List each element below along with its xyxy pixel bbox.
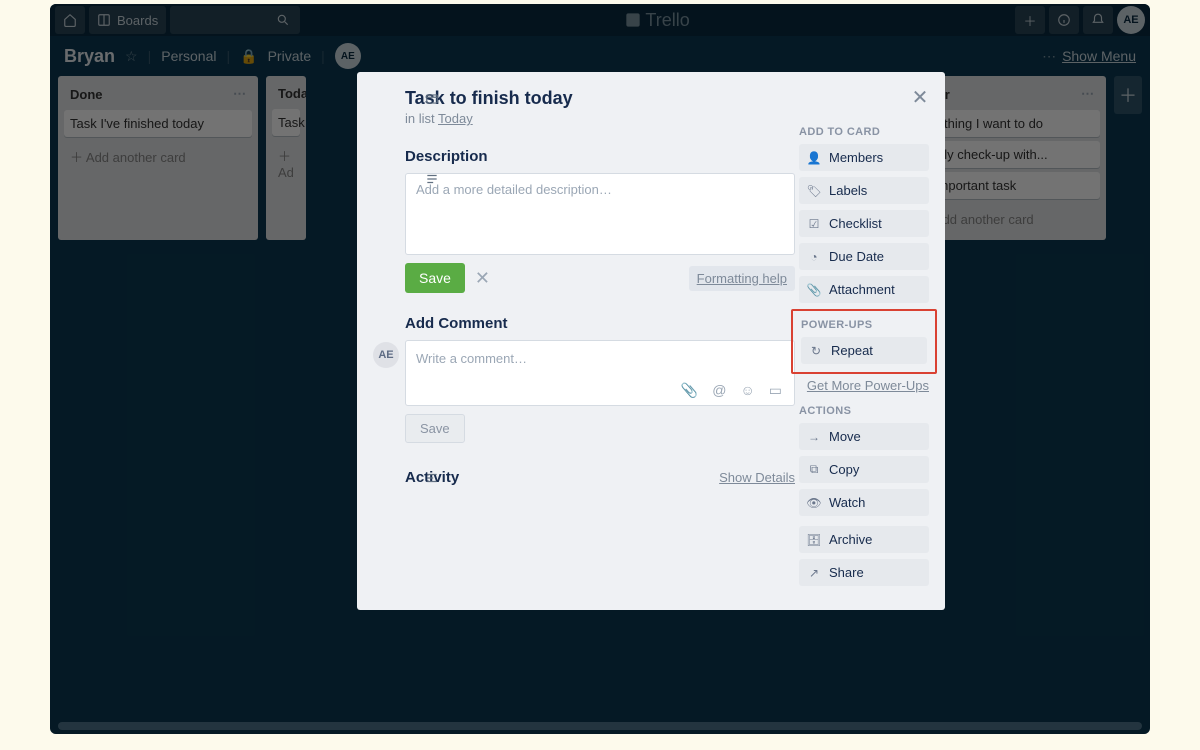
comment-avatar: AE: [373, 342, 399, 368]
copy-button[interactable]: ⧉Copy: [799, 456, 929, 483]
arrow-right-icon: →: [807, 430, 821, 444]
card-modal: ✕ Task to finish today in list Today Des…: [357, 72, 945, 610]
save-comment-button[interactable]: Save: [405, 414, 465, 443]
labels-button[interactable]: 🏷Labels: [799, 177, 929, 204]
cancel-description-button[interactable]: ✕: [475, 268, 490, 289]
power-ups-heading: POWER-UPS: [801, 319, 927, 331]
app-frame: Boards Trello ＋ AE Bryan ☆ | Personal | …: [50, 4, 1150, 734]
checklist-button[interactable]: ☑Checklist: [799, 210, 929, 237]
tag-icon: 🏷: [807, 184, 821, 198]
check-icon: ☑: [807, 217, 821, 231]
add-to-card-heading: ADD TO CARD: [799, 126, 929, 138]
archive-button[interactable]: 🗄Archive: [799, 526, 929, 553]
activity-icon: [425, 471, 439, 485]
power-ups-highlight: POWER-UPS ↻Repeat: [791, 309, 937, 374]
members-button[interactable]: 👤Members: [799, 144, 929, 171]
clock-icon: ◔: [807, 250, 821, 264]
attachment-button[interactable]: 📎Attachment: [799, 276, 929, 303]
emoji-icon[interactable]: ☺: [740, 382, 754, 399]
save-description-button[interactable]: Save: [405, 263, 465, 293]
list-link[interactable]: Today: [438, 111, 473, 126]
comment-heading: Add Comment: [405, 315, 795, 332]
eye-icon: 👁: [807, 496, 821, 510]
archive-icon: 🗄: [807, 533, 821, 547]
description-icon: [425, 172, 439, 186]
share-icon: ↗: [807, 566, 821, 580]
get-more-power-ups-link[interactable]: Get More Power-Ups: [799, 378, 929, 393]
description-heading: Description: [405, 148, 795, 165]
comment-toolbar: 📎 @ ☺ ▭: [406, 376, 794, 405]
share-button[interactable]: ↗Share: [799, 559, 929, 586]
card-title[interactable]: Task to finish today: [405, 88, 929, 109]
mention-icon[interactable]: @: [712, 382, 726, 399]
formatting-help-link[interactable]: Formatting help: [689, 266, 795, 291]
comment-input[interactable]: Write a comment… 📎 @ ☺ ▭: [405, 340, 795, 406]
move-button[interactable]: →Move: [799, 423, 929, 450]
watch-button[interactable]: 👁Watch: [799, 489, 929, 516]
card-insert-icon[interactable]: ▭: [769, 382, 782, 399]
person-icon: 👤: [807, 151, 821, 165]
paperclip-icon: 📎: [807, 283, 821, 297]
actions-heading: ACTIONS: [799, 405, 929, 417]
repeat-button[interactable]: ↻Repeat: [801, 337, 927, 364]
horizontal-scrollbar[interactable]: [58, 722, 1142, 730]
show-details-link[interactable]: Show Details: [719, 470, 795, 485]
attach-icon[interactable]: 📎: [681, 382, 698, 399]
copy-icon: ⧉: [807, 462, 821, 477]
card-sidebar: ADD TO CARD 👤Members 🏷Labels ☑Checklist …: [799, 124, 929, 592]
description-input[interactable]: Add a more detailed description…: [405, 173, 795, 255]
due-date-button[interactable]: ◔Due Date: [799, 243, 929, 270]
card-icon: [425, 92, 439, 106]
repeat-icon: ↻: [809, 344, 823, 358]
